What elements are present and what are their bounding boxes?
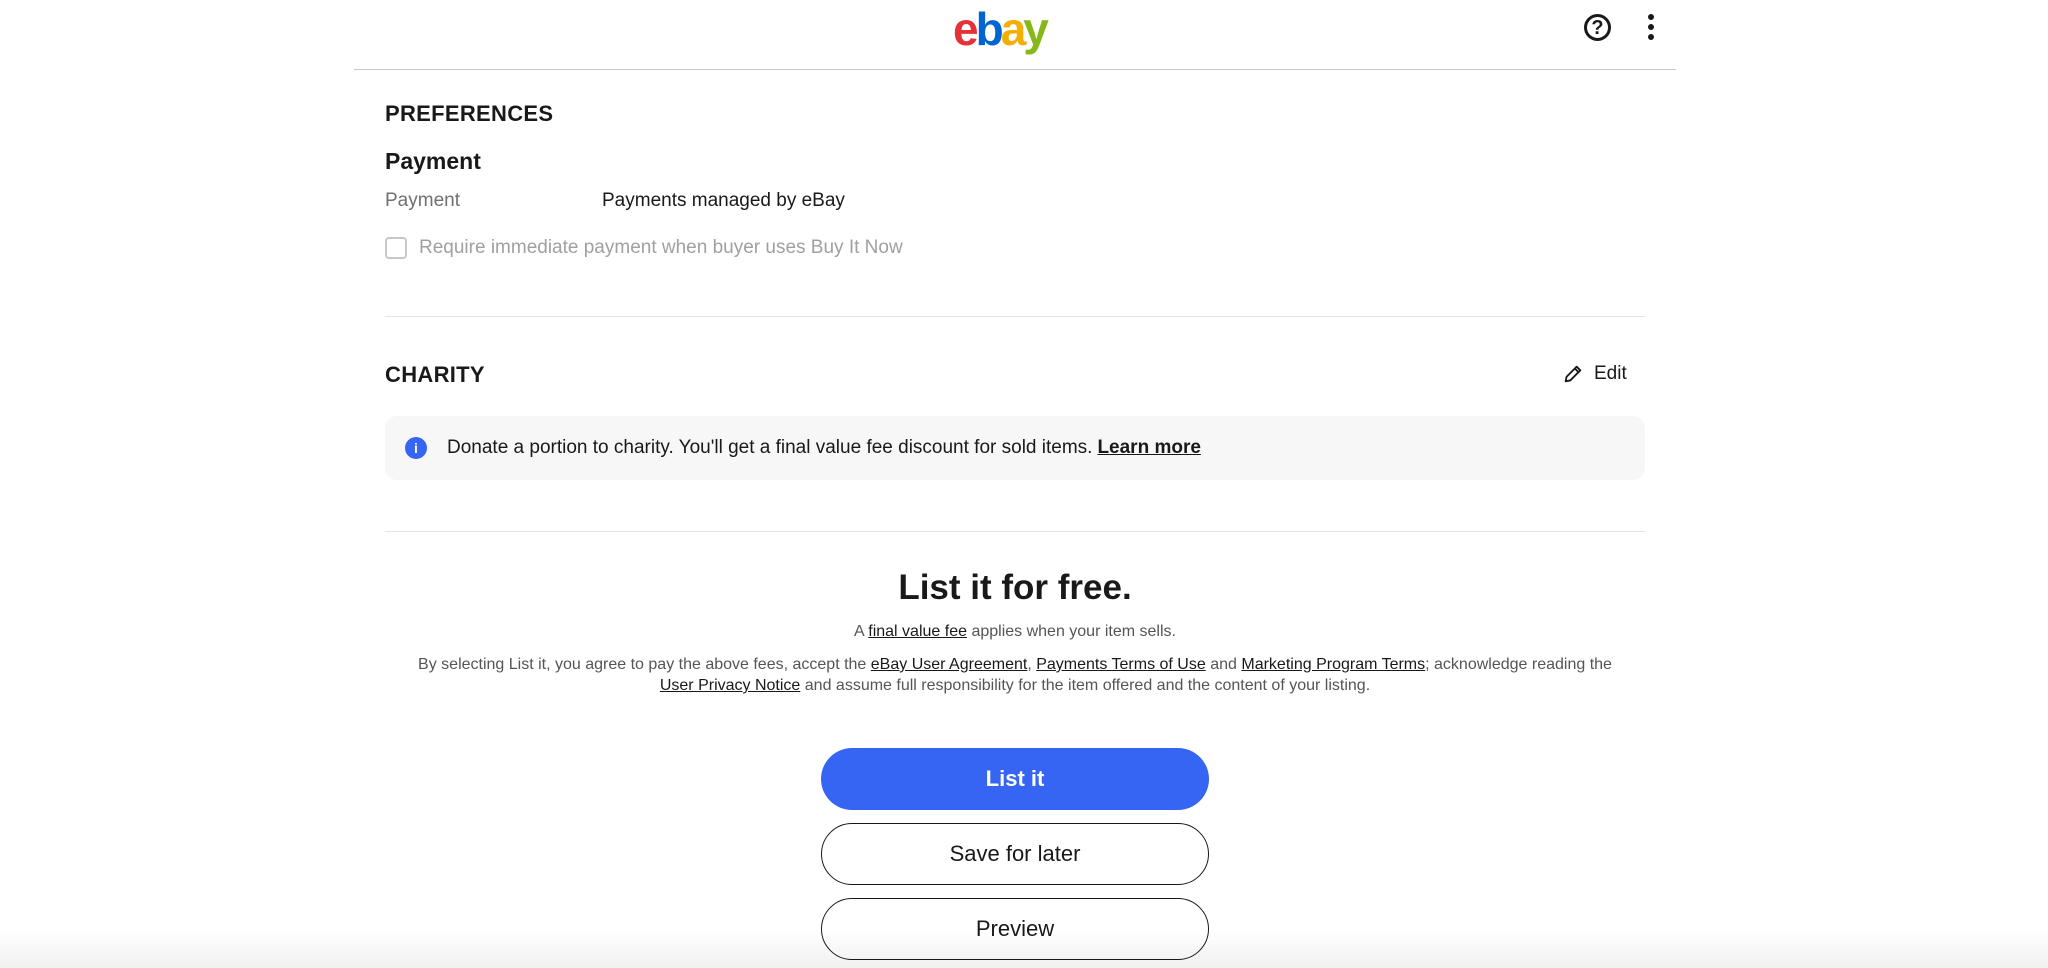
list-free-title: List it for free. xyxy=(898,568,1132,607)
preferences-title: PREFERENCES xyxy=(385,101,554,126)
final-value-fee-link[interactable]: final value fee xyxy=(868,623,967,640)
payment-label: Payment xyxy=(385,190,460,211)
legal-text: By selecting List it, you agree to pay t… xyxy=(418,656,1612,694)
payment-heading: Payment xyxy=(385,148,481,174)
help-icon[interactable]: ? xyxy=(1584,14,1611,41)
payments-terms-link[interactable]: Payments Terms of Use xyxy=(1036,656,1206,673)
ebay-logo[interactable]: ebay xyxy=(953,6,1049,52)
pencil-icon xyxy=(1564,365,1582,383)
bottom-shadow xyxy=(0,930,2048,968)
edit-label: Edit xyxy=(1594,363,1627,384)
section-divider xyxy=(385,531,1645,532)
learn-more-link[interactable]: Learn more xyxy=(1097,437,1200,459)
immediate-payment-label: Require immediate payment when buyer use… xyxy=(419,237,903,258)
marketing-terms-link[interactable]: Marketing Program Terms xyxy=(1241,656,1425,673)
charity-info-text: Donate a portion to charity. You'll get … xyxy=(447,437,1093,458)
section-divider xyxy=(385,316,1645,317)
charity-title: CHARITY xyxy=(385,362,485,387)
privacy-notice-link[interactable]: User Privacy Notice xyxy=(660,677,800,694)
info-icon: i xyxy=(405,437,427,459)
immediate-payment-checkbox[interactable] xyxy=(385,237,407,259)
list-it-button[interactable]: List it xyxy=(821,748,1209,810)
fee-notice: A final value fee applies when your item… xyxy=(854,623,1176,640)
immediate-payment-row: Require immediate payment when buyer use… xyxy=(385,237,903,259)
user-agreement-link[interactable]: eBay User Agreement xyxy=(871,656,1028,673)
more-vertical-icon[interactable] xyxy=(1645,14,1657,44)
charity-edit-button[interactable]: Edit xyxy=(1562,363,1627,385)
charity-info-box: i Donate a portion to charity. You'll ge… xyxy=(385,416,1645,480)
save-for-later-button[interactable]: Save for later xyxy=(821,823,1209,885)
payment-value: Payments managed by eBay xyxy=(602,190,845,211)
